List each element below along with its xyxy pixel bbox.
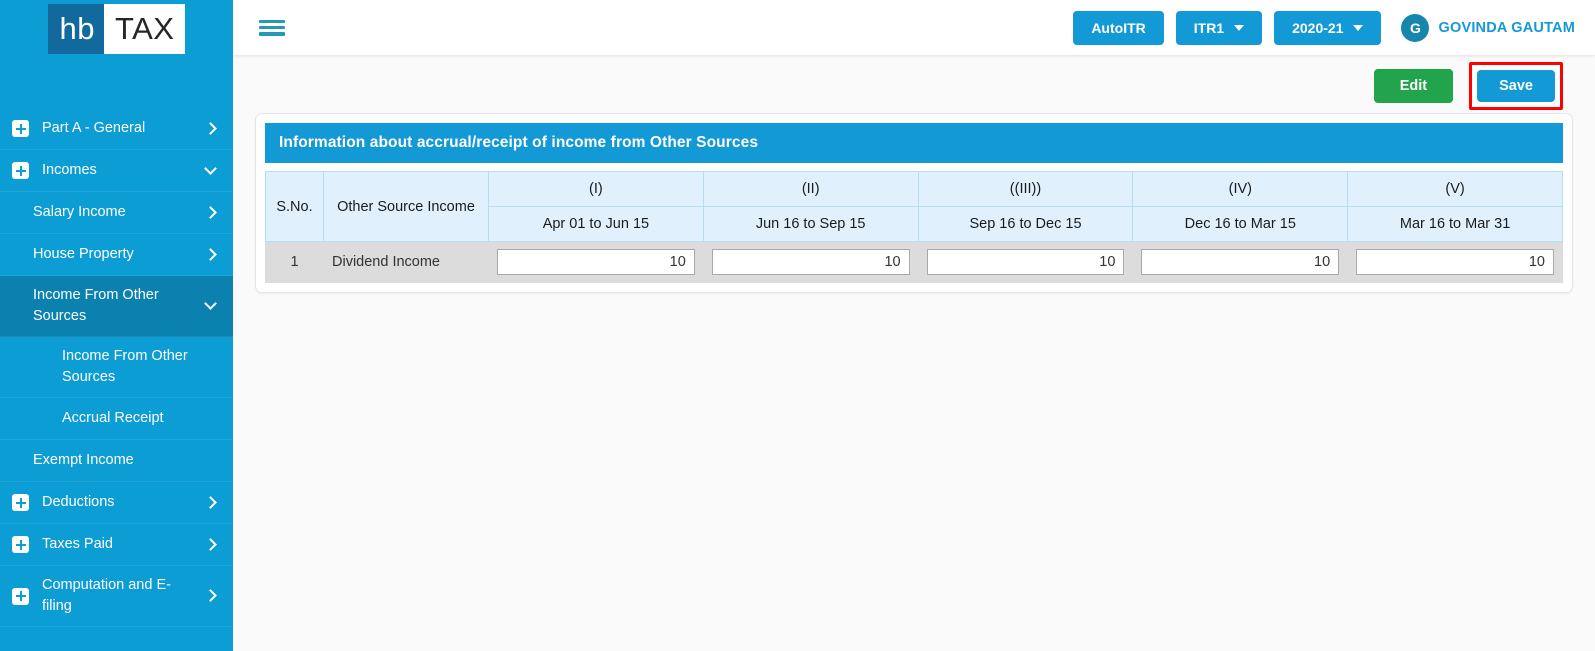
form-type-value: ITR1 — [1193, 19, 1225, 36]
chevron-down-icon — [1234, 24, 1245, 31]
hamburger-bar — [259, 32, 285, 36]
table-row: 1 Dividend Income — [265, 241, 1563, 283]
application-window: hb TAX Part A - General Incomes Salary I… — [0, 0, 1595, 651]
sidebar-item-label: House Property — [33, 245, 134, 262]
table-header-row-1: S.No. Other Source Income (I) (II) ((III… — [265, 171, 1563, 242]
chevron-right-icon — [205, 539, 217, 551]
main-area: AutoITR ITR1 2020-21 G GOVINDA GAUTAM Ed… — [233, 0, 1595, 651]
cell-period-5 — [1347, 241, 1563, 283]
cell-source-name: Dividend Income — [323, 241, 489, 283]
user-name-label: GOVINDA GAUTAM — [1438, 19, 1575, 36]
column-header-period-4-numeral: (IV) — [1132, 171, 1349, 207]
column-header-period-3-range: Sep 16 to Dec 15 — [917, 206, 1134, 242]
sidebar-item-label: Incomes — [42, 161, 97, 178]
top-bar: AutoITR ITR1 2020-21 G GOVINDA GAUTAM — [233, 0, 1595, 55]
hamburger-bar — [259, 19, 285, 23]
sidebar-item-label: Taxes Paid — [42, 536, 113, 553]
column-header-other-source-income: Other Source Income — [323, 171, 489, 242]
cell-period-4 — [1132, 241, 1349, 283]
chevron-right-icon — [205, 249, 217, 261]
chevron-down-icon — [205, 165, 217, 177]
sidebar-subitem-income-from-other-sources[interactable]: Income From Other Sources — [0, 337, 233, 399]
logo-hb-text: hb — [47, 4, 104, 54]
chevron-right-icon — [205, 590, 217, 602]
sidebar-subitem-accrual-receipt[interactable]: Accrual Receipt — [0, 398, 233, 441]
autoitr-button[interactable]: AutoITR — [1073, 10, 1164, 45]
table-header: S.No. Other Source Income (I) (II) ((III… — [265, 171, 1563, 242]
sidebar-item-label: Part A - General — [42, 119, 146, 136]
column-header-period-5-range: Mar 16 to Mar 31 — [1347, 206, 1563, 242]
chevron-down-icon — [1353, 24, 1364, 31]
sidebar-item-house-property[interactable]: House Property — [0, 234, 233, 276]
table-body: 1 Dividend Income — [265, 241, 1563, 283]
amount-input-period-5[interactable] — [1356, 249, 1554, 275]
hamburger-bar — [259, 25, 285, 30]
plus-box-icon — [12, 536, 29, 554]
save-button[interactable]: Save — [1477, 69, 1555, 102]
sidebar-item-computation-and-e-filing[interactable]: Computation and E-filing — [0, 566, 233, 628]
content-area: Edit Save Information about accrual/rece… — [233, 55, 1595, 293]
accrual-receipt-card: Information about accrual/receipt of inc… — [255, 113, 1573, 293]
panel-title: Information about accrual/receipt of inc… — [265, 123, 1563, 163]
cell-period-3 — [917, 241, 1134, 283]
sidebar-item-exempt-income[interactable]: Exempt Income — [0, 440, 233, 483]
accrual-receipt-table: S.No. Other Source Income (I) (II) ((III… — [265, 171, 1563, 283]
sidebar-item-label: Exempt Income — [33, 452, 134, 469]
column-header-period-4-range: Dec 16 to Mar 15 — [1132, 206, 1349, 242]
column-header-period-3-numeral: ((III)) — [917, 171, 1134, 207]
plus-box-icon — [12, 494, 29, 512]
save-button-highlight: Save — [1469, 61, 1563, 110]
plus-box-icon — [12, 120, 29, 137]
amount-input-period-3[interactable] — [926, 249, 1125, 275]
user-menu[interactable]: G GOVINDA GAUTAM — [1401, 13, 1575, 42]
column-header-period-5-numeral: (V) — [1347, 171, 1563, 207]
sidebar-item-label: Income From Other Sources — [62, 348, 188, 386]
amount-input-period-4[interactable] — [1141, 249, 1340, 275]
sidebar-item-part-a-general[interactable]: Part A - General — [0, 108, 233, 150]
hamburger-menu-icon[interactable] — [259, 18, 285, 38]
cell-period-2 — [702, 241, 919, 283]
amount-input-period-2[interactable] — [711, 249, 910, 275]
sidebar-item-income-from-other-sources[interactable]: Income From Other Sources — [0, 276, 233, 338]
logo-tax-text: TAX — [103, 4, 186, 54]
sidebar-nav: Part A - General Incomes Salary Income H… — [0, 108, 233, 628]
column-header-period-2-range: Jun 16 to Sep 15 — [702, 206, 919, 242]
sidebar-item-label: Accrual Receipt — [62, 410, 164, 427]
sidebar-item-label: Deductions — [42, 494, 115, 511]
chevron-down-icon — [205, 300, 217, 312]
sidebar-item-deductions[interactable]: Deductions — [0, 482, 233, 525]
sidebar-item-label: Income From Other Sources — [33, 287, 159, 325]
top-bar-actions: AutoITR ITR1 2020-21 G GOVINDA GAUTAM — [1073, 10, 1575, 45]
form-type-dropdown[interactable]: ITR1 — [1175, 10, 1263, 45]
autoitr-label: AutoITR — [1091, 19, 1146, 36]
chevron-right-icon — [205, 497, 217, 509]
app-logo[interactable]: hb TAX — [0, 0, 233, 56]
cell-period-1 — [488, 241, 704, 283]
sidebar-item-label: Salary Income — [33, 203, 126, 220]
edit-button[interactable]: Edit — [1373, 68, 1454, 103]
assessment-year-value: 2020-21 — [1292, 19, 1344, 36]
sidebar: hb TAX Part A - General Incomes Salary I… — [0, 0, 233, 651]
column-header-period-1-range: Apr 01 to Jun 15 — [488, 206, 704, 242]
sidebar-item-taxes-paid[interactable]: Taxes Paid — [0, 524, 233, 567]
sidebar-item-salary-income[interactable]: Salary Income — [0, 192, 233, 234]
sidebar-item-incomes[interactable]: Incomes — [0, 150, 233, 192]
amount-input-period-1[interactable] — [497, 249, 695, 275]
cell-sno: 1 — [265, 241, 324, 283]
action-row: Edit Save — [255, 55, 1573, 113]
plus-box-icon — [12, 162, 29, 179]
assessment-year-dropdown[interactable]: 2020-21 — [1274, 10, 1382, 45]
plus-box-icon — [12, 587, 29, 605]
chevron-right-icon — [205, 207, 217, 219]
column-header-sno: S.No. — [265, 171, 324, 242]
sidebar-item-label: Computation and E-filing — [42, 577, 171, 615]
chevron-right-icon — [205, 123, 217, 135]
column-header-period-1-numeral: (I) — [488, 171, 704, 207]
avatar: G — [1401, 13, 1430, 42]
column-header-period-2-numeral: (II) — [702, 171, 919, 207]
